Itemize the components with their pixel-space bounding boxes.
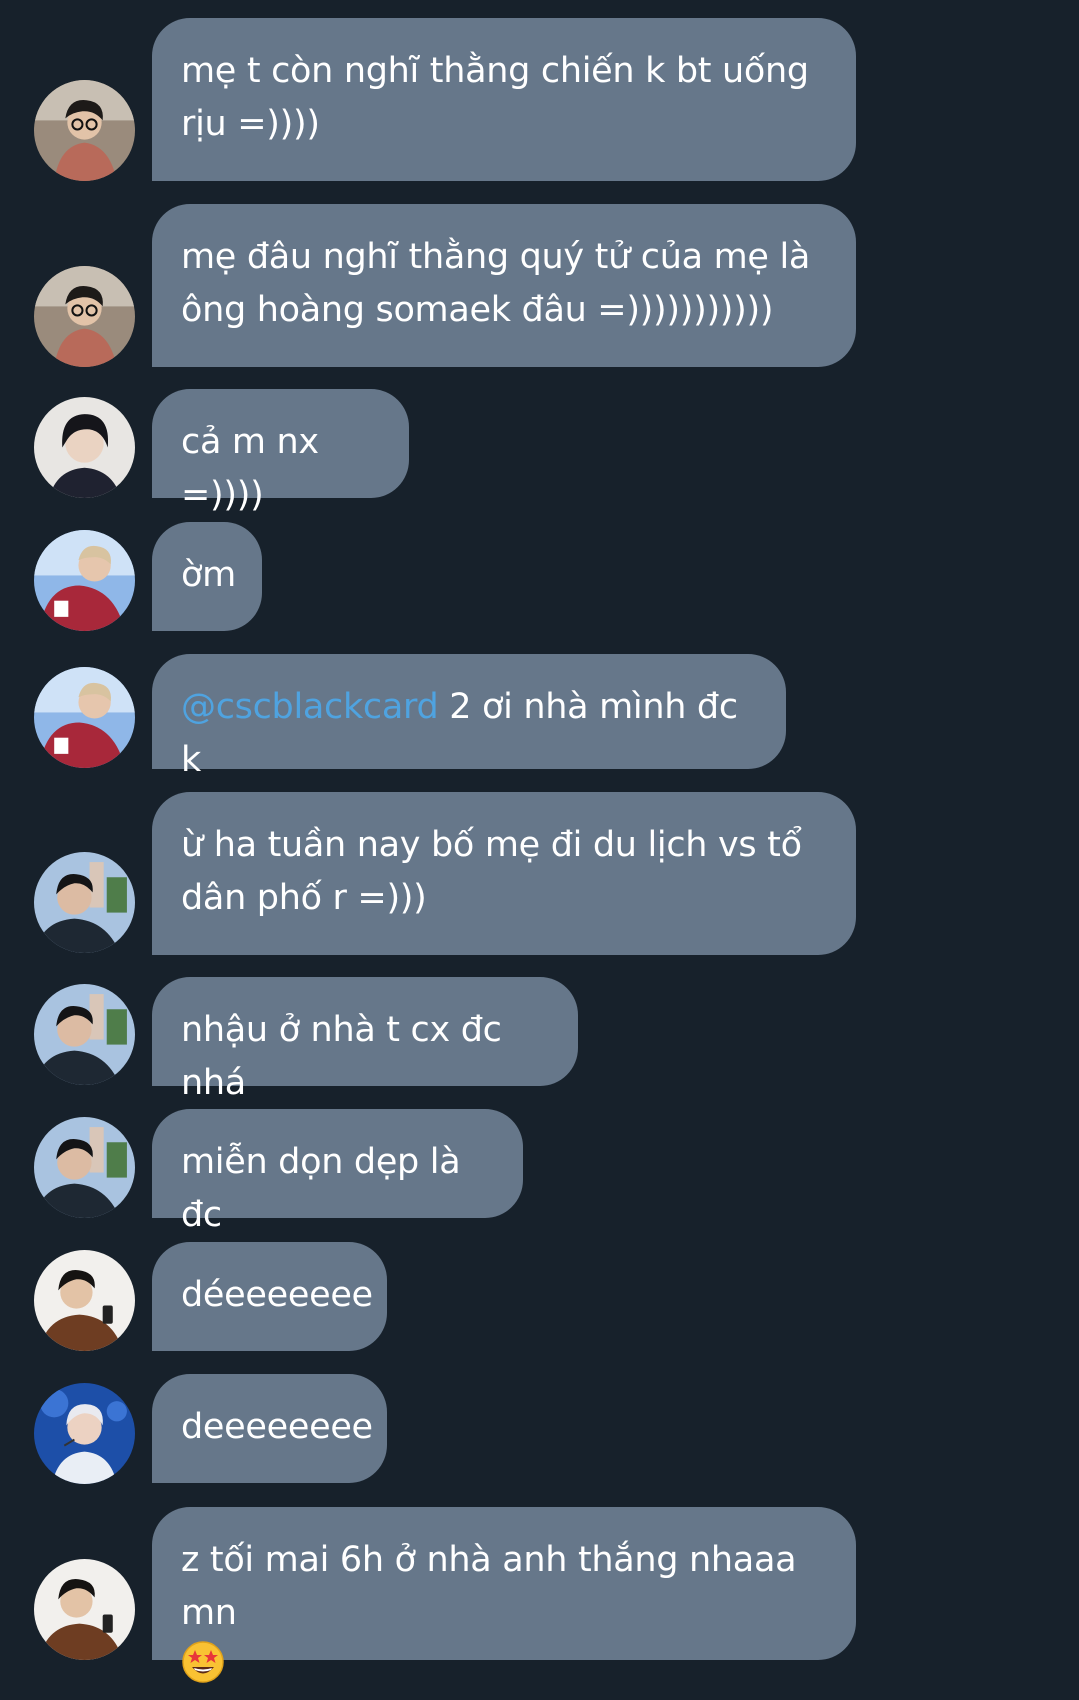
avatar-city-boy-image [34,852,135,953]
avatar-stage-boy[interactable] [34,1383,135,1484]
avatar-red-shirt-image [34,667,135,768]
avatar-red-shirt[interactable] [34,530,135,631]
message-bubble: z tối mai 6h ở nhà anh thắng nhaaa mn [152,1507,856,1683]
avatar-phone-boy-image [34,1250,135,1351]
avatar-stage-boy-image [34,1383,135,1484]
avatar-phone-boy[interactable] [34,1559,135,1660]
message-bubble: miễn dọn dẹp là đc [152,1109,523,1235]
message-bubble: ừ ha tuần nay bố mẹ đi du lịch vs tổ dân… [152,792,856,955]
message-text: z tối mai 6h ở nhà anh thắng nhaaa mn [181,1540,808,1633]
avatar-phone-boy-image [34,1559,135,1660]
message-bubble: deeeeeeee [152,1374,387,1483]
user-mention[interactable]: @cscblackcard [181,687,439,727]
avatar-city-boy[interactable] [34,852,135,953]
avatar-glasses-boy[interactable] [34,80,135,181]
star-struck-emoji [181,1640,225,1684]
avatar-glasses-boy-image [34,266,135,367]
avatar-city-boy[interactable] [34,984,135,1085]
message-bubble: mẹ đâu nghĩ thằng quý tử của mẹ là ông h… [152,204,856,367]
avatar-glasses-boy-image [34,80,135,181]
message-bubble: mẹ t còn nghĩ thằng chiến k bt uống rịu … [152,18,856,181]
avatar-city-boy-image [34,1117,135,1218]
message-bubble: nhậu ở nhà t cx đc nhá [152,977,578,1103]
avatar-dark-hair-image [34,397,135,498]
avatar-glasses-boy[interactable] [34,266,135,367]
message-bubble: cả m nx =)))) [152,389,409,515]
message-bubble: ờm [152,522,262,631]
avatar-red-shirt[interactable] [34,667,135,768]
avatar-city-boy[interactable] [34,1117,135,1218]
avatar-city-boy-image [34,984,135,1085]
avatar-dark-hair[interactable] [34,397,135,498]
message-bubble: déeeeeeee [152,1242,387,1351]
avatar-red-shirt-image [34,530,135,631]
message-bubble: @cscblackcard 2 ơi nhà mình đc k [152,654,786,780]
avatar-phone-boy[interactable] [34,1250,135,1351]
